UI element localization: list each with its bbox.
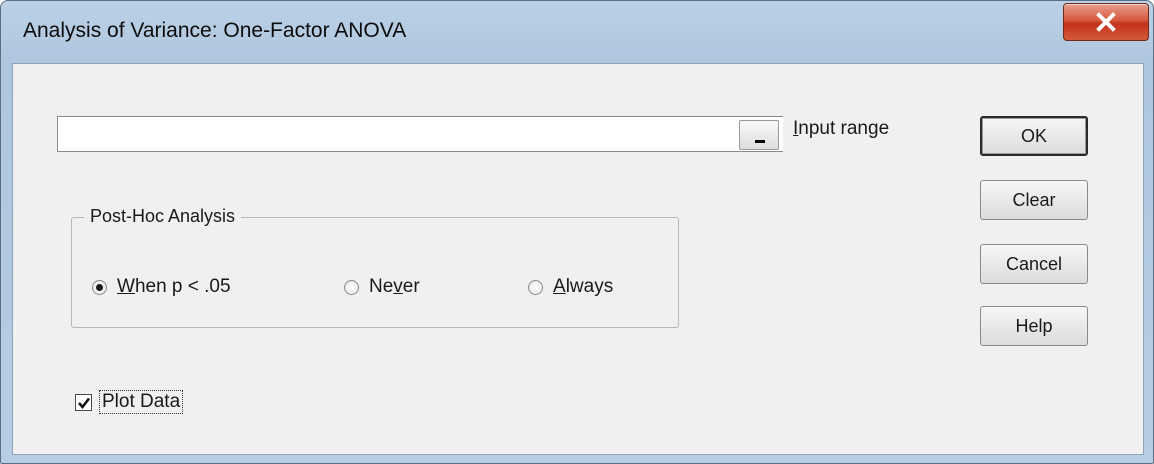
checkmark-icon: [78, 397, 91, 409]
radio-button[interactable]: [344, 279, 359, 295]
radio-label-always: Always: [553, 276, 614, 297]
radio-when-p[interactable]: When p < .05: [92, 276, 231, 298]
input-range-field[interactable]: [57, 116, 783, 152]
plot-data-option[interactable]: Plot Data: [75, 390, 184, 414]
radio-always[interactable]: Always: [528, 276, 613, 298]
plot-data-checkbox[interactable]: [75, 393, 92, 411]
post-hoc-groupbox: Post-Hoc Analysis When p < .05 Never Alw…: [71, 206, 679, 328]
close-x-icon: [1096, 12, 1116, 32]
title-bar[interactable]: Analysis of Variance: One-Factor ANOVA: [1, 1, 1153, 63]
input-range-label: Input range: [793, 118, 890, 139]
radio-label-when-p: When p < .05: [117, 276, 231, 297]
plot-data-label: Plot Data: [99, 390, 184, 414]
close-button[interactable]: [1063, 3, 1149, 41]
cancel-button[interactable]: Cancel: [980, 244, 1088, 284]
dialog-window: Analysis of Variance: One-Factor ANOVA I…: [0, 0, 1154, 464]
radio-button[interactable]: [528, 279, 543, 295]
window-title: Analysis of Variance: One-Factor ANOVA: [23, 19, 407, 42]
ok-button[interactable]: OK: [980, 116, 1088, 156]
radio-label-never: Never: [369, 276, 420, 297]
radio-button-selected[interactable]: [92, 279, 107, 295]
radio-never[interactable]: Never: [344, 276, 420, 298]
clear-button[interactable]: Clear: [980, 180, 1088, 220]
dialog-body: Input range Post-Hoc Analysis When p < .…: [12, 63, 1144, 455]
help-button[interactable]: Help: [980, 306, 1088, 346]
range-select-button[interactable]: [739, 120, 779, 150]
post-hoc-legend: Post-Hoc Analysis: [84, 206, 242, 227]
